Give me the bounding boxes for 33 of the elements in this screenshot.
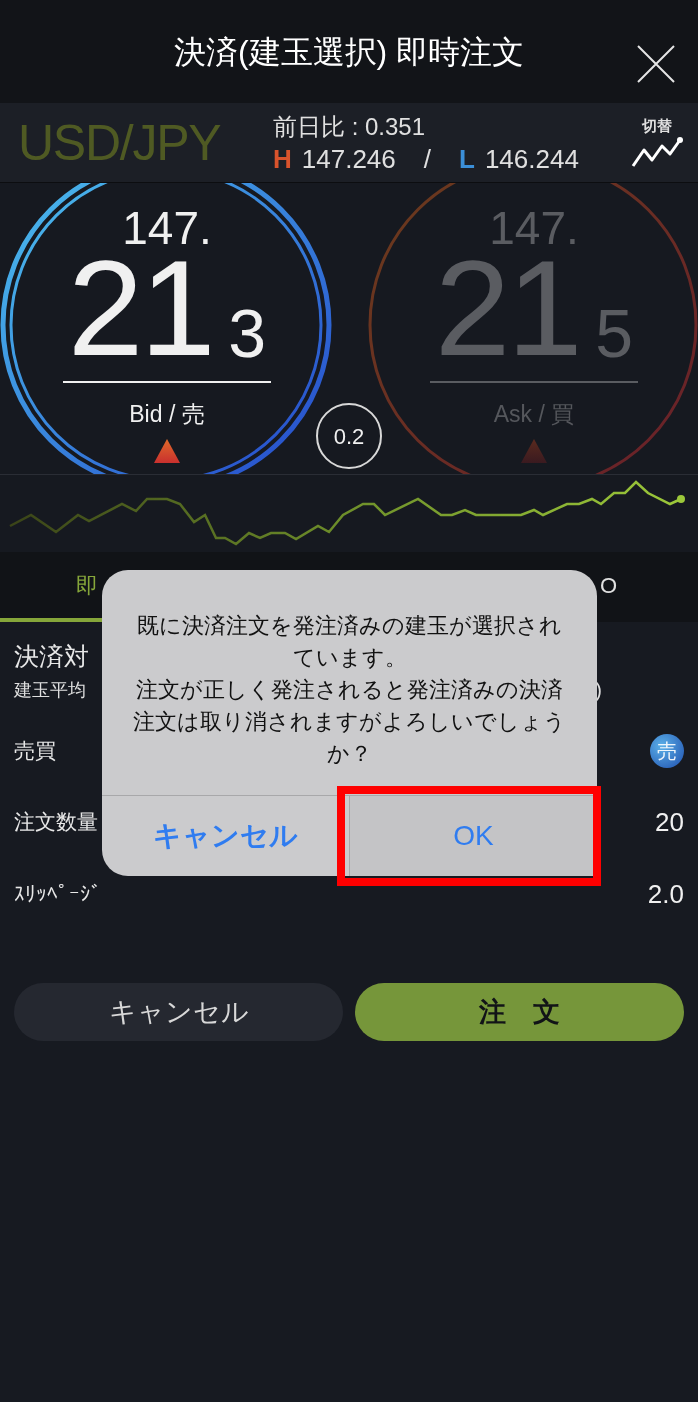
- spread-badge: 0.2: [316, 403, 382, 469]
- field-label: ｽﾘｯﾍﾟｰｼﾞ: [14, 881, 102, 908]
- dialog-message: 既に決済注文を発注済みの建玉が選択されています。: [136, 613, 563, 672]
- field-label: 建玉平均: [14, 678, 86, 702]
- price-head: 147.: [489, 203, 579, 253]
- field-label: 売買: [14, 738, 56, 765]
- dialog-message: 注文が正しく発注されると発注済みの決済注文は取り消されますがよろしいでしょうか？: [132, 677, 567, 768]
- price-label: Ask / 買: [493, 400, 575, 429]
- field-label: 注文数量: [14, 809, 98, 836]
- order-button[interactable]: 注 文: [355, 983, 684, 1041]
- low-value: 146.244: [484, 143, 579, 174]
- switch-label[interactable]: 切替: [642, 115, 672, 136]
- cancel-button[interactable]: キャンセル: [14, 983, 343, 1041]
- field-value: 20: [655, 805, 684, 839]
- high-label: H: [273, 143, 292, 174]
- up-triangle-icon: [521, 439, 547, 463]
- price-pip: 3: [228, 303, 267, 363]
- price-main: 21: [67, 253, 213, 363]
- low-label: L: [459, 143, 475, 174]
- section-title: 決済対: [14, 641, 89, 672]
- price-main: 21: [434, 253, 580, 363]
- price-head: 147.: [122, 203, 212, 253]
- separator: /: [423, 143, 431, 174]
- sell-badge: 売: [650, 734, 684, 768]
- up-triangle-icon: [154, 439, 180, 463]
- window-title: 決済(建玉選択) 即時注文: [173, 32, 525, 72]
- price-pip: 5: [595, 303, 634, 363]
- currency-pair: USD/JPY: [18, 117, 222, 168]
- price-label: Bid / 売: [129, 400, 205, 429]
- close-icon[interactable]: [636, 44, 676, 84]
- high-value: 147.246: [301, 143, 396, 174]
- day-change: 前日比 : 0.351: [273, 111, 427, 142]
- field-value: 2.0: [647, 877, 684, 911]
